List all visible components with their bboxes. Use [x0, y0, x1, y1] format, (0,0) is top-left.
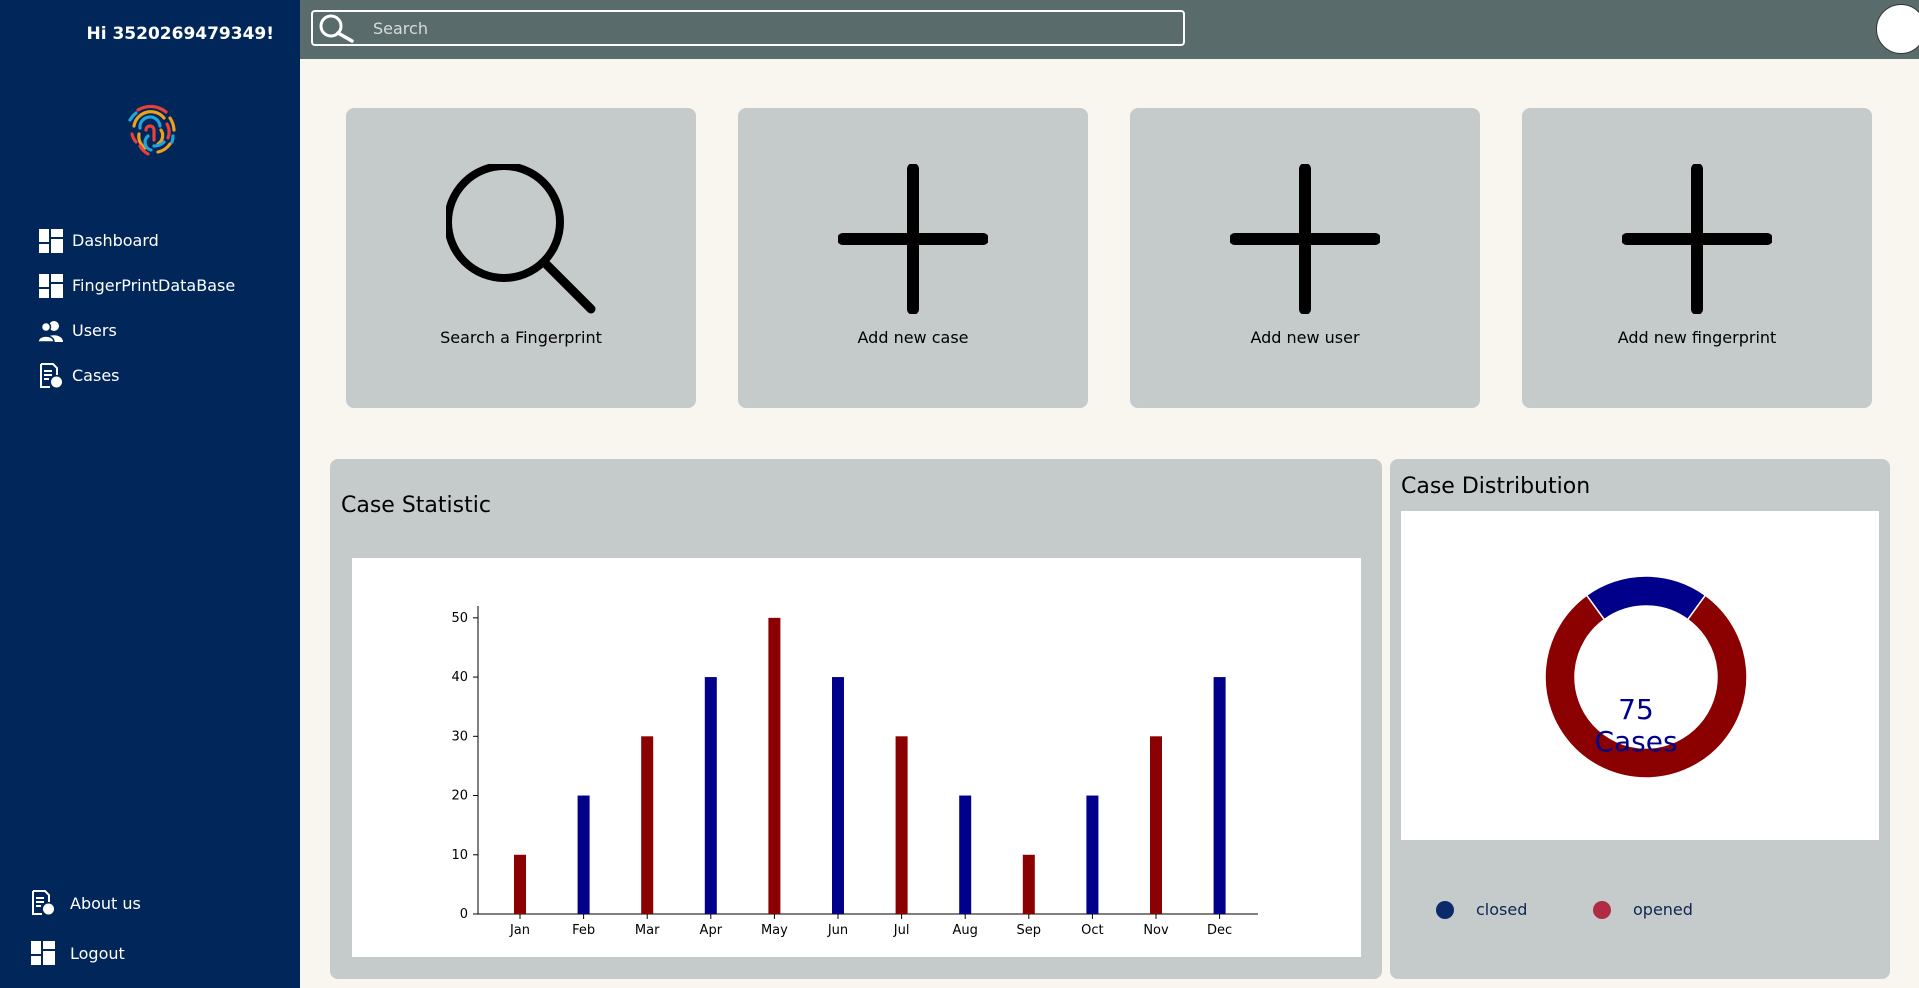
sidebar-item-label: About us	[70, 893, 141, 913]
case-distribution-panel: Case Distribution 75 Cases closed opened	[1390, 459, 1890, 979]
legend-dot	[1593, 900, 1611, 919]
add-fingerprint-card[interactable]: Add new fingerprint	[1522, 108, 1872, 408]
add-user-card[interactable]: Add new user	[1130, 108, 1480, 408]
search-bar	[311, 10, 1185, 46]
y-tick-label: 30	[451, 729, 468, 744]
sidebar-item-label: Dashboard	[72, 231, 159, 250]
sidebar-item-fingerprintdatabase[interactable]: FingerPrintDataBase	[38, 263, 235, 308]
top-bar	[300, 0, 1919, 59]
sidebar: Hi 3520269479349! Dashboard FingerPrintD…	[0, 0, 300, 988]
plus-icon	[1522, 164, 1872, 314]
panel-title: Case Distribution	[1401, 474, 1591, 499]
donut-chart: 75Cases	[1544, 575, 1748, 779]
bar-nov	[1150, 736, 1162, 914]
sidebar-item-label: FingerPrintDataBase	[72, 276, 236, 295]
bar-sep	[1022, 854, 1035, 914]
case-statistic-panel: Case Statistic 0 10 20 30 40 50 Jan Feb Mar Apr Ma…	[330, 459, 1382, 979]
donut-center-number: 75	[1618, 693, 1654, 726]
legend-label: opened	[1633, 900, 1693, 919]
sidebar-item-dashboard[interactable]: Dashboard	[38, 218, 235, 263]
x-tick-label: Nov	[1143, 923, 1169, 938]
bar-apr	[704, 677, 717, 914]
bar-oct	[1086, 795, 1099, 914]
x-tick-label: Jul	[893, 923, 910, 938]
bar-jul	[895, 736, 908, 914]
users-icon	[38, 318, 64, 344]
plus-icon	[738, 164, 1088, 314]
x-tick-label: Aug	[953, 923, 978, 938]
bar-mar	[641, 736, 654, 914]
dashboard-icon	[38, 273, 64, 299]
plus-icon	[1130, 164, 1480, 314]
bar-chart: 0 10 20 30 40 50 Jan Feb Mar Apr May Jun Jul Aug Sep Oc…	[451, 606, 1258, 938]
sidebar-item-label: Cases	[72, 366, 120, 385]
case-statistic-chart: 0 10 20 30 40 50 Jan Feb Mar Apr May Jun Jul Aug Sep Oc…	[352, 558, 1361, 957]
user-avatar[interactable]	[1876, 4, 1919, 54]
cases-icon	[38, 362, 64, 389]
x-tick-label: Jan	[509, 923, 530, 938]
card-label: Add new case	[857, 328, 969, 347]
greeting: Hi 3520269479349!	[86, 24, 275, 44]
legend-dot	[1436, 900, 1454, 919]
cases-icon	[30, 890, 56, 916]
bar-dec	[1213, 677, 1226, 914]
panel-title: Case Statistic	[341, 493, 491, 518]
x-tick-label: May	[761, 923, 788, 938]
x-tick-label: Mar	[635, 923, 660, 938]
bar-may	[768, 617, 781, 914]
sidebar-item-about-us[interactable]: About us	[30, 878, 141, 928]
x-tick-label: Oct	[1081, 923, 1103, 938]
y-tick-label: 50	[451, 611, 468, 626]
card-label: Add new fingerprint	[1617, 328, 1777, 347]
search-input[interactable]	[359, 17, 1183, 39]
x-tick-label: Jun	[827, 923, 848, 938]
y-tick-label: 40	[451, 670, 468, 685]
sidebar-item-users[interactable]: Users	[38, 308, 235, 353]
card-label: Add new user	[1250, 328, 1360, 347]
y-tick-label: 10	[451, 848, 468, 863]
legend-item-closed: closed	[1436, 900, 1527, 919]
card-label: Search a Fingerprint	[440, 328, 602, 347]
dashboard-icon	[38, 228, 64, 254]
add-case-card[interactable]: Add new case	[738, 108, 1088, 408]
bar-jun	[832, 677, 844, 914]
legend-item-opened: opened	[1593, 900, 1693, 919]
search-fingerprint-card[interactable]: Search a Fingerprint	[346, 108, 696, 408]
legend-label: closed	[1476, 900, 1528, 919]
sidebar-item-label: Logout	[70, 943, 125, 963]
case-distribution-chart: 75 Cases	[1401, 511, 1879, 840]
bar-feb	[577, 795, 590, 914]
sidebar-bottom-nav: About us Logout	[30, 878, 141, 978]
logout-button[interactable]: Logout	[30, 928, 141, 978]
y-tick-label: 0	[460, 907, 468, 922]
bar-jan	[514, 854, 526, 914]
sidebar-item-label: Users	[72, 321, 117, 340]
search-icon	[346, 164, 696, 314]
search-icon[interactable]	[313, 11, 359, 45]
y-tick-label: 20	[451, 789, 468, 804]
fingerprint-logo-icon	[118, 96, 182, 160]
sidebar-item-cases[interactable]: Cases	[38, 353, 235, 398]
dashboard-icon	[30, 940, 56, 966]
x-tick-label: Feb	[572, 923, 595, 938]
x-tick-label: Apr	[700, 923, 723, 938]
bar-aug	[959, 795, 972, 914]
sidebar-nav: Dashboard FingerPrintDataBase Users Case…	[38, 218, 235, 398]
x-tick-label: Sep	[1017, 923, 1042, 938]
x-tick-label: Dec	[1207, 923, 1232, 938]
donut-slice-closed	[1585, 575, 1707, 621]
donut-center-label: Cases	[1594, 725, 1677, 758]
